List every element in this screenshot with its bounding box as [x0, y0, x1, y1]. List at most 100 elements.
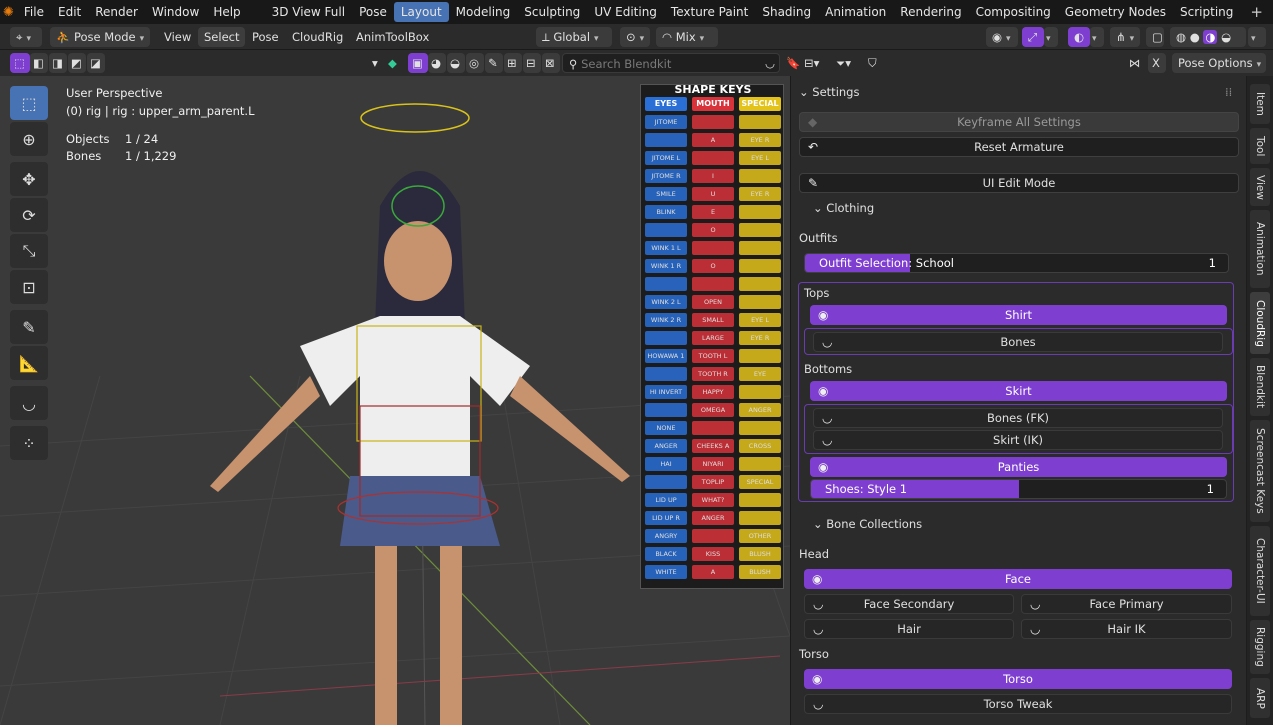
shape-key-slider[interactable]: LID UP R	[645, 511, 687, 525]
keyframe-all-settings-button[interactable]: ◆ Keyframe All Settings	[799, 112, 1239, 132]
shield-icon[interactable]: ⛉	[866, 53, 884, 73]
shape-key-slider[interactable]: EYE	[739, 367, 781, 381]
shape-key-slider[interactable]: BLUSH	[739, 565, 781, 579]
shape-key-slider[interactable]	[645, 133, 687, 147]
filter-icon[interactable]: ⏷▾	[834, 53, 862, 73]
hair-toggle[interactable]: ◡ Hair	[804, 619, 1014, 639]
header-menu-view[interactable]: View	[158, 27, 197, 47]
header-menu-pose[interactable]: Pose	[246, 27, 285, 47]
workspace-tab-scripting[interactable]: Scripting	[1173, 0, 1240, 24]
shoes-style-slider[interactable]: Shoes: Style 1 1	[810, 479, 1227, 499]
shape-key-slider[interactable]: NONE	[645, 421, 687, 435]
shape-key-slider[interactable]	[739, 511, 781, 525]
face-secondary-toggle[interactable]: ◡ Face Secondary	[804, 594, 1014, 614]
shape-key-slider[interactable]: A	[692, 565, 734, 579]
shape-key-slider[interactable]: WHITE	[645, 565, 687, 579]
shape-key-slider[interactable]: I	[692, 169, 734, 183]
tab-character-ui[interactable]: Character-UI	[1250, 526, 1270, 616]
workspace-tab-layout[interactable]: Layout	[393, 2, 449, 22]
shape-key-slider[interactable]: TOPLIP	[692, 475, 734, 489]
transform-orientation-dropdown[interactable]: ⟂ Global ▾	[536, 27, 612, 47]
skirt-toggle-button[interactable]: ◉ Skirt	[810, 381, 1227, 401]
shape-key-slider[interactable]	[739, 385, 781, 399]
tab-rigging[interactable]: Rigging	[1250, 620, 1270, 674]
shape-key-slider[interactable]: SMILE	[645, 187, 687, 201]
shape-key-slider[interactable]: NIYARI	[692, 457, 734, 471]
shape-key-slider[interactable]: EYE R	[739, 133, 781, 147]
sort-dropdown-icon[interactable]: ⊟▾	[802, 53, 830, 73]
bones-fk-toggle[interactable]: ◡ Bones (FK)	[813, 408, 1223, 428]
shape-key-slider[interactable]	[692, 421, 734, 435]
shape-key-slider[interactable]: OPEN	[692, 295, 734, 309]
asset-type-brush-icon[interactable]: ✎	[485, 53, 503, 73]
shape-key-slider[interactable]	[692, 151, 734, 165]
workspace-tab-3d-view-full[interactable]: 3D View Full	[265, 0, 353, 24]
workspace-tab-compositing[interactable]: Compositing	[969, 0, 1058, 24]
shape-key-slider[interactable]: E	[692, 205, 734, 219]
tab-arp[interactable]: ARP	[1250, 678, 1270, 718]
shape-key-slider[interactable]	[645, 403, 687, 417]
shape-key-slider[interactable]: TOOTH R	[692, 367, 734, 381]
shape-key-slider[interactable]	[739, 493, 781, 507]
shape-key-slider[interactable]	[645, 331, 687, 345]
select-extend-icon[interactable]: ◧	[30, 53, 48, 73]
select-box-tool-icon[interactable]: ⬚	[10, 86, 48, 120]
shape-key-slider[interactable]: JITOME	[645, 115, 687, 129]
shape-key-slider[interactable]	[739, 457, 781, 471]
shading-options-dropdown[interactable]: ▾	[1248, 27, 1266, 47]
shape-key-slider[interactable]: O	[692, 259, 734, 273]
shape-key-slider[interactable]: KISS	[692, 547, 734, 561]
menu-edit[interactable]: Edit	[51, 0, 88, 24]
shape-key-slider[interactable]	[739, 205, 781, 219]
pose-options-dropdown[interactable]: Pose Options ▾	[1172, 53, 1266, 73]
panties-toggle-button[interactable]: ◉ Panties	[810, 457, 1227, 477]
workspace-tab-uv-editing[interactable]: UV Editing	[587, 0, 664, 24]
add-workspace-button[interactable]: +	[1240, 3, 1273, 21]
shape-key-slider[interactable]: ANGRY	[645, 529, 687, 543]
search-options-chevron-icon[interactable]: ◡	[762, 53, 780, 73]
blendkit-collapse-icon[interactable]: ▾	[370, 53, 386, 73]
panel-drag-handle-icon[interactable]: ⁞⁞	[1225, 85, 1232, 99]
shape-key-slider[interactable]: WINK 2 R	[645, 313, 687, 327]
shape-key-slider[interactable]	[739, 241, 781, 255]
shape-key-slider[interactable]: ANGER	[692, 511, 734, 525]
shape-key-slider[interactable]: OTHER	[739, 529, 781, 543]
shape-key-slider[interactable]	[739, 295, 781, 309]
asset-type-printable-icon[interactable]: ⊟	[523, 53, 541, 73]
shape-key-slider[interactable]: SPECIAL	[739, 475, 781, 489]
tab-view[interactable]: View	[1250, 168, 1270, 206]
viewport-visibility-dropdown[interactable]: ◉ ▾	[986, 27, 1018, 47]
shape-key-slider[interactable]: EYE L	[739, 313, 781, 327]
editor-type-icon[interactable]: ⌖ ▾	[10, 27, 42, 47]
workspace-tab-pose[interactable]: Pose	[352, 0, 394, 24]
shape-key-slider[interactable]: OMEGA	[692, 403, 734, 417]
shape-key-slider[interactable]: BLACK	[645, 547, 687, 561]
asset-type-model-icon[interactable]: ▣	[408, 53, 428, 73]
shape-key-slider[interactable]	[739, 169, 781, 183]
tab-animation[interactable]: Animation	[1250, 210, 1270, 288]
ui-edit-mode-button[interactable]: ✎ UI Edit Mode	[799, 173, 1239, 193]
torso-toggle-button[interactable]: ◉ Torso	[804, 669, 1232, 689]
mode-selector[interactable]: ⛹ Pose Mode ▾	[50, 27, 150, 47]
reset-armature-button[interactable]: ↶ Reset Armature	[799, 137, 1239, 157]
hair-ik-toggle[interactable]: ◡ Hair IK	[1021, 619, 1232, 639]
shape-key-slider[interactable]: BLINK	[645, 205, 687, 219]
tab-item[interactable]: Item	[1250, 84, 1270, 124]
asset-type-scene-icon[interactable]: ◎	[466, 53, 484, 73]
bone-collections-panel-header[interactable]: ⌄ Bone Collections	[813, 517, 922, 531]
workspace-tab-rendering[interactable]: Rendering	[893, 0, 968, 24]
shape-key-slider[interactable]: ANGER	[645, 439, 687, 453]
shape-key-slider[interactable]	[645, 223, 687, 237]
shape-key-slider[interactable]: CHEEKS A	[692, 439, 734, 453]
move-tool-icon[interactable]: ✥	[10, 162, 48, 196]
shape-key-slider[interactable]: EYE R	[739, 187, 781, 201]
shape-key-slider[interactable]: JITOME R	[645, 169, 687, 183]
settings-panel-header[interactable]: ⌄ Settings	[799, 85, 859, 99]
transform-tool-icon[interactable]: ⊡	[10, 270, 48, 304]
blendkit-search-input[interactable]: ⚲ Search Blendkit	[562, 53, 780, 73]
select-intersect-icon[interactable]: ◪	[87, 53, 105, 73]
workspace-tab-geometry-nodes[interactable]: Geometry Nodes	[1058, 0, 1173, 24]
shape-key-slider[interactable]	[739, 349, 781, 363]
tops-bones-toggle[interactable]: ◡ Bones	[813, 332, 1223, 352]
bone-relax-tool-icon[interactable]: ◡	[10, 386, 48, 420]
